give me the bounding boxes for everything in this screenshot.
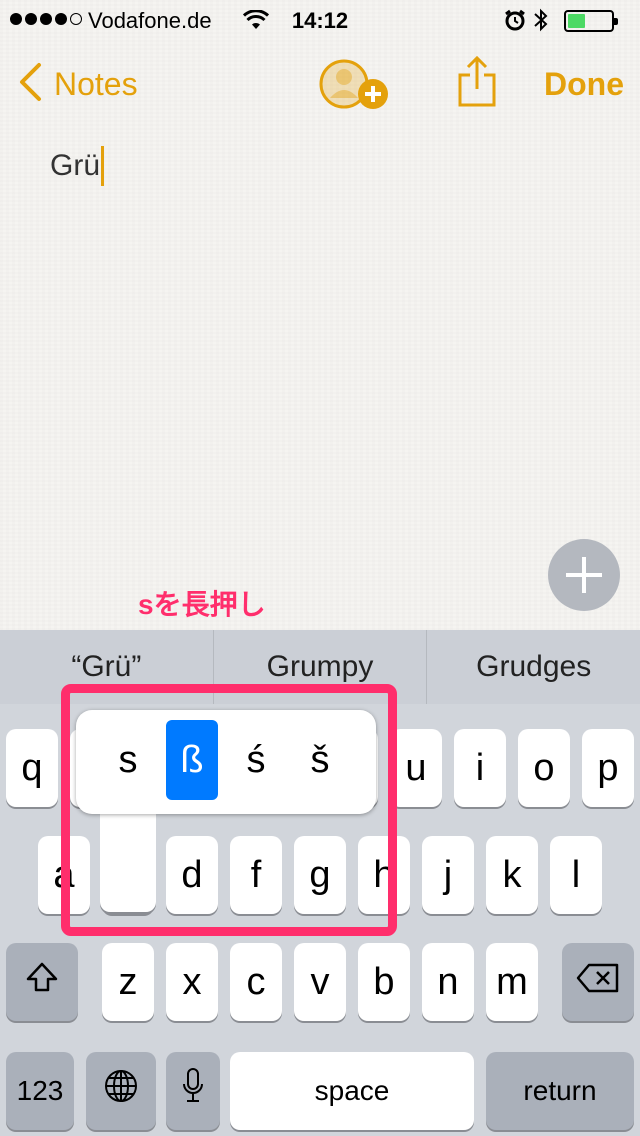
- suggestion-3[interactable]: Grudges: [426, 630, 640, 704]
- key-k[interactable]: k: [486, 836, 538, 914]
- globe-key[interactable]: [86, 1052, 156, 1130]
- alarm-icon: [504, 9, 526, 37]
- microphone-icon: [181, 1066, 205, 1116]
- back-button-label: Notes: [54, 66, 138, 102]
- share-icon: [457, 55, 497, 113]
- delete-key[interactable]: [562, 943, 634, 1021]
- add-button[interactable]: [548, 539, 620, 611]
- key-b[interactable]: b: [358, 943, 410, 1021]
- key-i[interactable]: i: [454, 729, 506, 807]
- globe-icon: [103, 1068, 139, 1114]
- key-x[interactable]: x: [166, 943, 218, 1021]
- share-button[interactable]: [457, 55, 497, 114]
- key-j[interactable]: j: [422, 836, 474, 914]
- return-key[interactable]: return: [486, 1052, 634, 1130]
- key-z[interactable]: z: [102, 943, 154, 1021]
- add-contact-button[interactable]: [318, 58, 392, 117]
- status-bar: Vodafone.de 14:12: [0, 0, 640, 40]
- key-n[interactable]: n: [422, 943, 474, 1021]
- space-key[interactable]: space: [230, 1052, 474, 1130]
- key-l[interactable]: l: [550, 836, 602, 914]
- note-editor[interactable]: Grü: [50, 146, 105, 186]
- key-m[interactable]: m: [486, 943, 538, 1021]
- numbers-key[interactable]: 123: [6, 1052, 74, 1130]
- annotation-label: sを長押し: [138, 589, 266, 620]
- battery-icon: [564, 10, 618, 32]
- bluetooth-icon: [533, 8, 549, 38]
- back-button[interactable]: Notes: [18, 62, 138, 107]
- highlight-frame: [61, 684, 397, 936]
- key-q[interactable]: q: [6, 729, 58, 807]
- done-button[interactable]: Done: [544, 66, 624, 103]
- chevron-left-icon: [18, 62, 42, 107]
- battery-level: [568, 14, 585, 28]
- key-c[interactable]: c: [230, 943, 282, 1021]
- dictation-key[interactable]: [166, 1052, 220, 1130]
- key-p[interactable]: p: [582, 729, 634, 807]
- shift-key[interactable]: [6, 943, 78, 1021]
- key-u[interactable]: u: [390, 729, 442, 807]
- key-o[interactable]: o: [518, 729, 570, 807]
- note-text: Grü: [50, 149, 101, 182]
- text-cursor: [101, 146, 105, 186]
- delete-icon: [575, 961, 621, 1004]
- add-contact-icon: [318, 59, 392, 116]
- shift-icon: [25, 960, 59, 1004]
- key-v[interactable]: v: [294, 943, 346, 1021]
